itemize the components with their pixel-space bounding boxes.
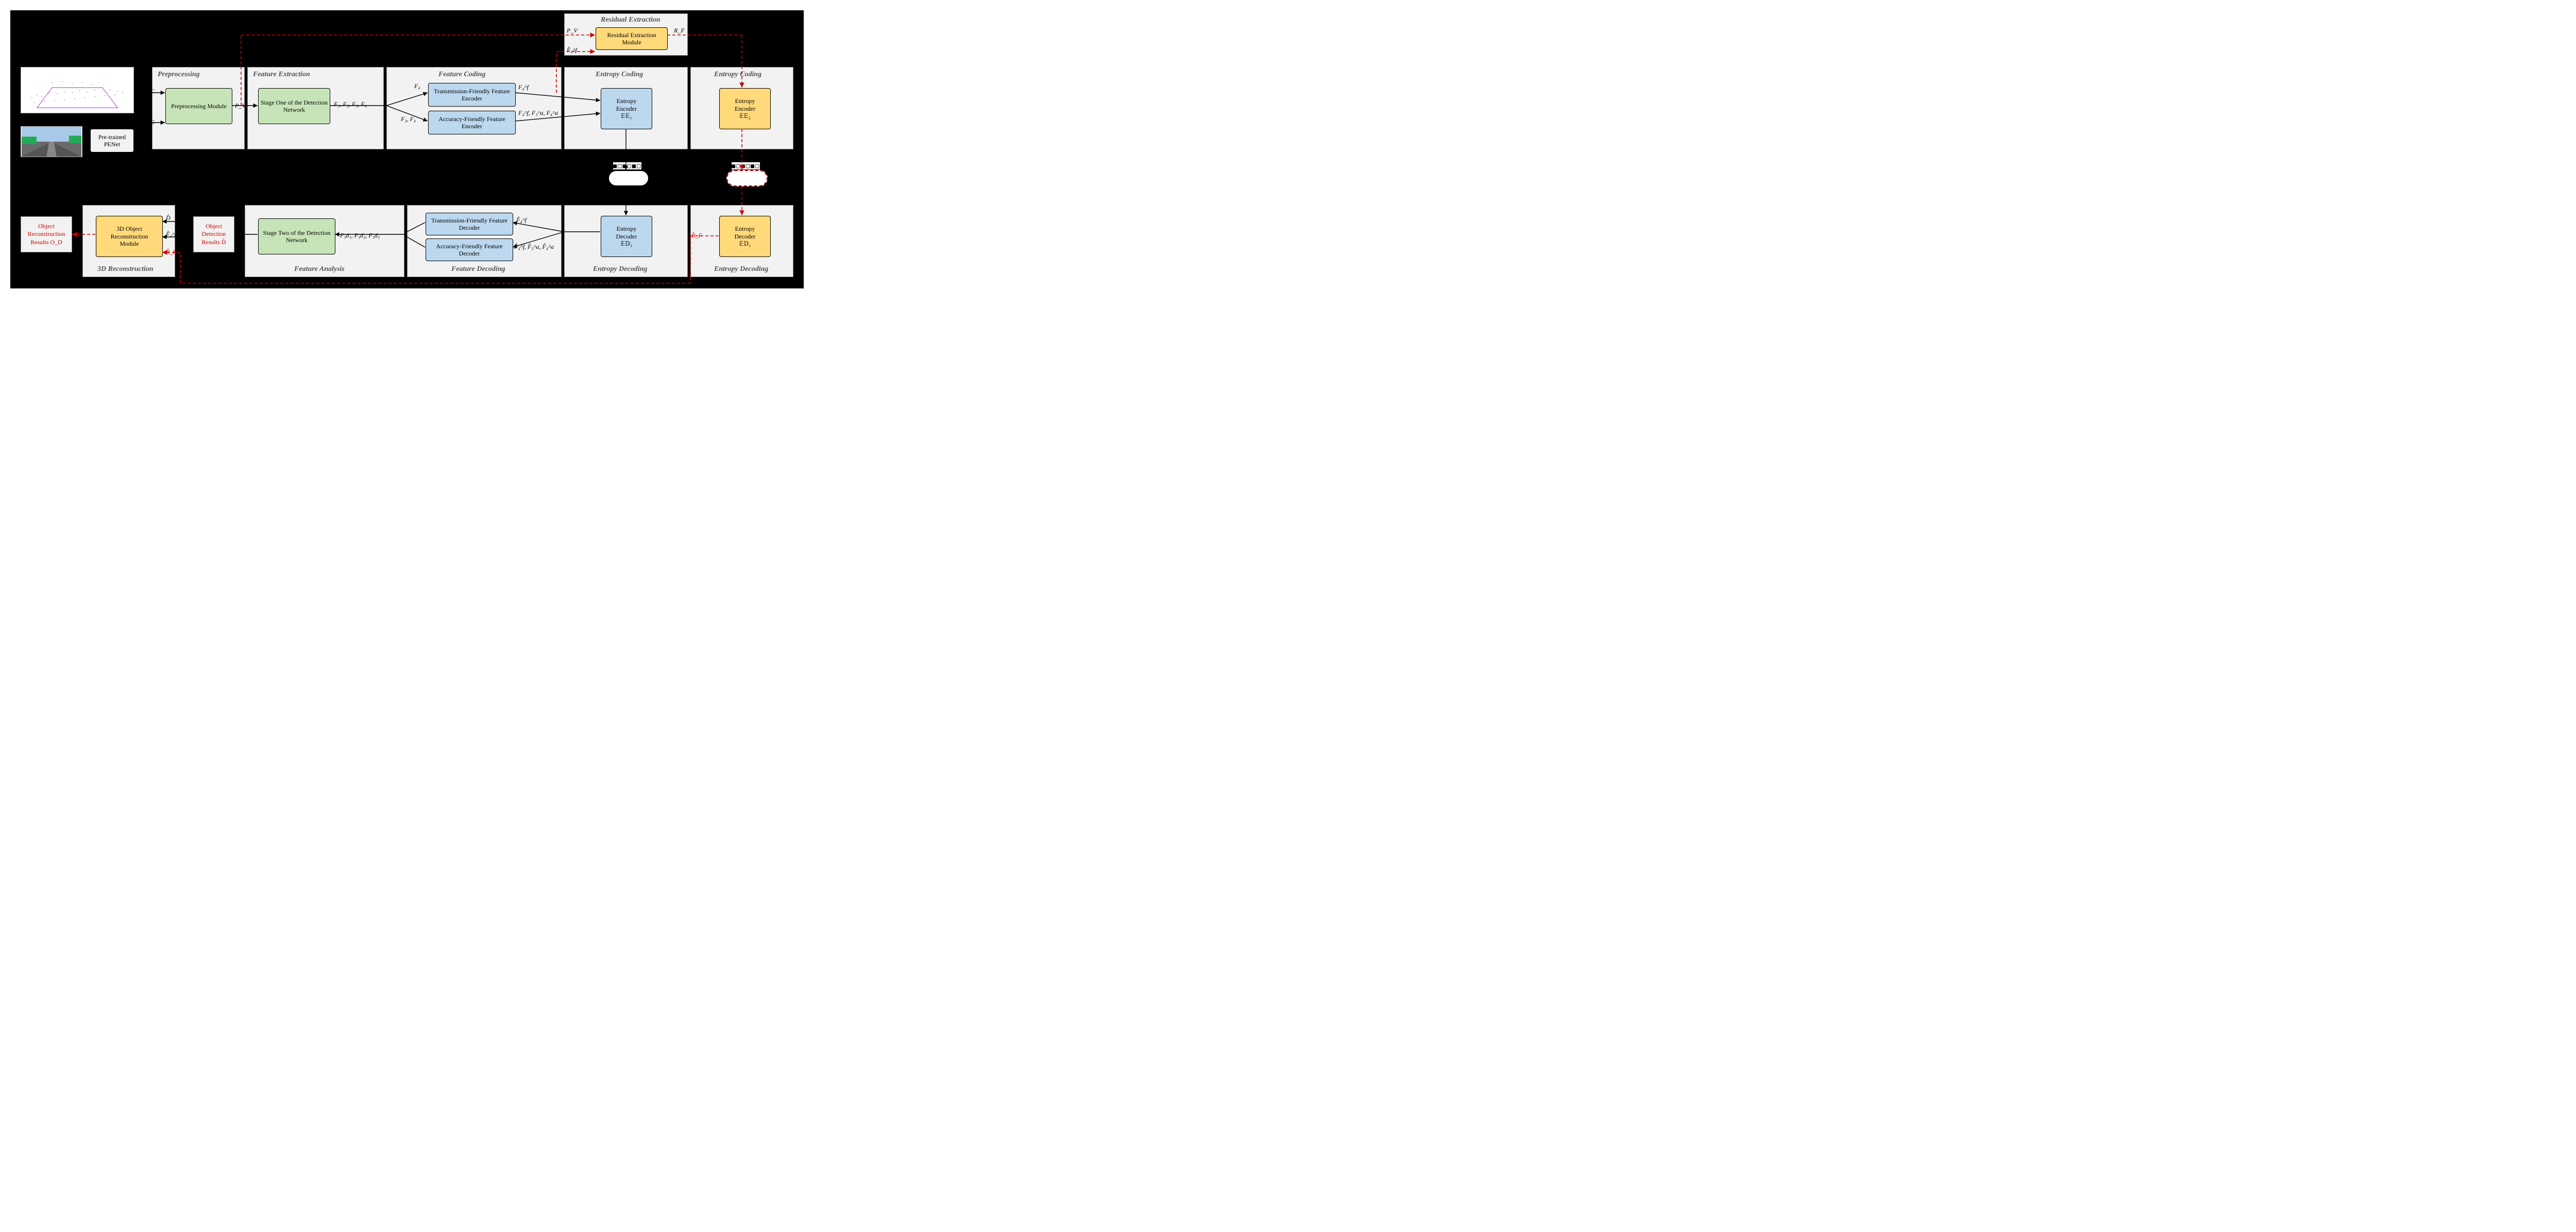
panel-featcode: Feature Coding Transmission-Friendly Fea… — [386, 67, 562, 149]
box-af-dec: Accuracy-Friendly Feature Decoder — [426, 238, 513, 261]
panel-ed2: Entropy Decoder 𝔼𝔻₁ Entropy Decoding — [690, 205, 793, 277]
lbl-pc: P_C — [143, 88, 154, 95]
box-residual: Residual Extraction Module — [596, 27, 668, 50]
result-detection: Object Detection Results D̂ — [193, 216, 234, 252]
panel-ec1: Entropy Coding Entropy Encoder 𝔼𝔼₁ — [564, 67, 688, 149]
lbl-f4-in: F₄ — [414, 82, 420, 90]
title-recon: 3D Reconstruction — [97, 265, 154, 273]
title-residual: Residual Extraction — [601, 16, 660, 24]
lbl-pv-res: P_V — [567, 27, 578, 35]
panel-recon: 3D Object Reconstruction Module 3D Recon… — [82, 205, 175, 277]
lbl-rf-res: R_F — [674, 27, 685, 35]
box-ed2: Entropy Decoder 𝔼𝔻₁ — [719, 216, 771, 257]
lbl-f4f-out: F₄^f — [518, 83, 529, 91]
box-recon: 3D Object Reconstruction Module — [96, 216, 163, 257]
lbl-dhat: D̂ — [166, 214, 171, 222]
box-ee2: Entropy Encoder 𝔼𝔼₂ — [719, 88, 771, 129]
box-penet: Pre-trained PENet — [90, 129, 134, 152]
box-tf-dec: Transmission-Friendly Feature Decoder — [426, 213, 513, 235]
lbl-fafhat: F̂₄^f, F̂₃^a, F̂₄^a — [514, 243, 554, 251]
box-af-enc: Accuracy-Friendly Feature Encoder — [428, 111, 516, 134]
title-ed2: Entropy Decoding — [714, 265, 768, 273]
lbl-f4fhat: F̂₄^f — [166, 231, 176, 238]
result-reconstruction: Object Reconstruction Results O_D — [21, 216, 72, 252]
input-pointcloud — [21, 67, 134, 113]
input-rgb — [21, 126, 82, 157]
title-ed1: Entropy Decoding — [593, 265, 647, 273]
cloud-channel1 — [608, 170, 649, 186]
title-ec1: Entropy Coding — [596, 71, 643, 79]
title-featex: Feature Extraction — [253, 71, 310, 79]
lbl-rfhat2: R̂_F — [691, 232, 702, 239]
box-preproc: Preprocessing Module — [165, 88, 232, 124]
title-ec2: Entropy Coding — [714, 71, 761, 79]
lbl-f1234: F₁, F₂, F₃, F₄ — [334, 100, 367, 108]
pipeline-diagram: Residual Extraction Residual Extraction … — [10, 10, 804, 288]
panel-featan: Stage Two of the Detection Network Featu… — [245, 205, 404, 277]
lbl-f4f-res: F̂₄^f — [567, 46, 577, 54]
title-featcode: Feature Coding — [438, 71, 485, 79]
bits1: ■□■□■□ — [613, 162, 641, 169]
box-stage1: Stage One of the Detection Network — [258, 88, 330, 124]
lbl-f4fhat2: F̂₄^f — [516, 216, 527, 224]
lbl-rfhat: R̂_F — [166, 248, 177, 256]
panel-residual: Residual Extraction Residual Extraction … — [564, 13, 688, 56]
panel-featdec: Transmission-Friendly Feature Decoder Ac… — [407, 205, 562, 277]
panel-ec2: Entropy Coding Entropy Encoder 𝔼𝔼₂ — [690, 67, 793, 149]
lbl-f3d: F₃d₁, F₃d₂, F₃d₃ — [340, 232, 380, 239]
lbl-pv: P_V — [235, 102, 246, 110]
title-featdec: Feature Decoding — [451, 265, 505, 273]
lbl-f34-in: F₃, F₄ — [401, 115, 416, 123]
cloud-channel2 — [726, 170, 768, 186]
panel-preproc: Preprocessing Preprocessing Module — [152, 67, 245, 149]
box-tf-enc: Transmission-Friendly Feature Encoder — [428, 83, 516, 107]
box-ee1: Entropy Encoder 𝔼𝔼₁ — [601, 88, 652, 129]
lbl-pg: P_G — [143, 118, 155, 126]
box-ed1: Entropy Decoder 𝔼𝔻₁ — [601, 216, 652, 257]
title-featan: Feature Analysis — [294, 265, 345, 273]
panel-featex: Feature Extraction Stage One of the Dete… — [247, 67, 384, 149]
panel-ed1: Entropy Decoder 𝔼𝔻₁ Entropy Decoding — [564, 205, 688, 277]
lbl-faf-out: F₄^f, F₃^a, F₄^a — [518, 109, 560, 117]
bits2: ■□■□■□ — [732, 162, 760, 169]
title-preproc: Preprocessing — [158, 71, 200, 79]
box-stage2: Stage Two of the Detection Network — [258, 218, 335, 254]
